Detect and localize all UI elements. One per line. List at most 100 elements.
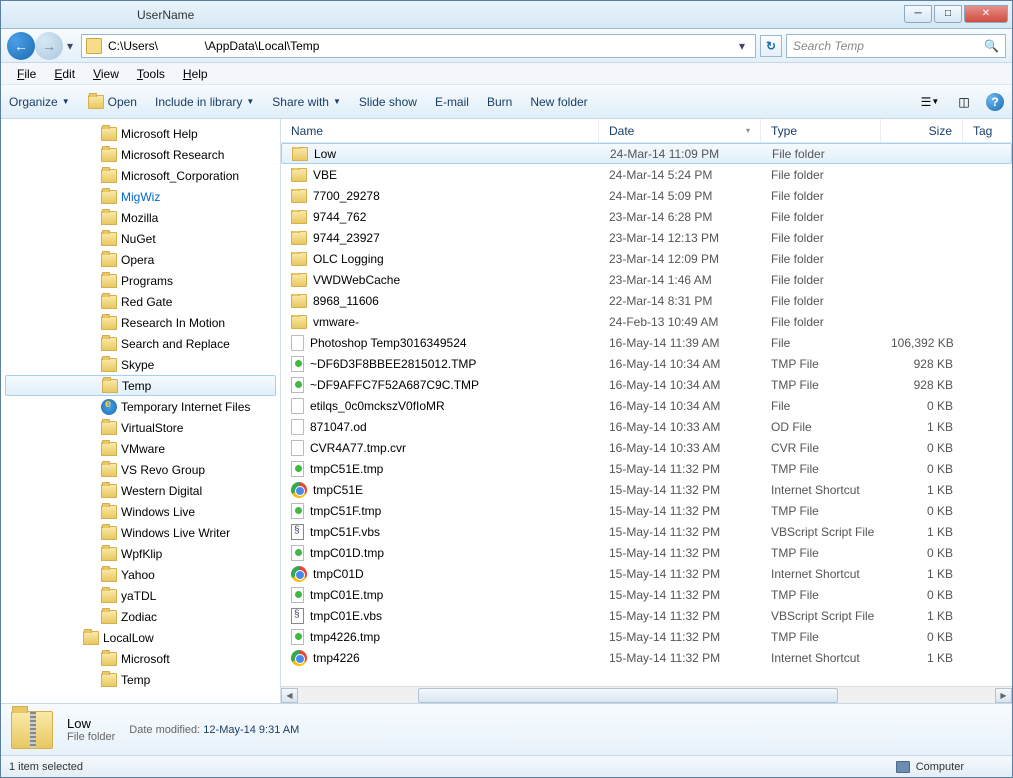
tree-item[interactable]: Windows Live Writer	[1, 522, 280, 543]
file-row[interactable]: tmpC01E.tmp15-May-14 11:32 PMTMP File0 K…	[281, 584, 1012, 605]
tree-item[interactable]: NuGet	[1, 228, 280, 249]
file-row[interactable]: tmpC01E.vbs15-May-14 11:32 PMVBScript Sc…	[281, 605, 1012, 626]
tree-item[interactable]: Yahoo	[1, 564, 280, 585]
file-row[interactable]: VWDWebCache23-Mar-14 1:46 AMFile folder	[281, 269, 1012, 290]
open-button[interactable]: Open	[88, 95, 137, 109]
include-in-library-button[interactable]: Include in library▼	[155, 95, 254, 109]
column-date[interactable]: Date▾	[599, 119, 761, 142]
slideshow-button[interactable]: Slide show	[359, 95, 417, 109]
address-bar[interactable]: ▾	[81, 34, 756, 58]
tree-item[interactable]: Microsoft Research	[1, 144, 280, 165]
tree-item-label: Temporary Internet Files	[121, 400, 250, 414]
file-row[interactable]: 9744_76223-Mar-14 6:28 PMFile folder	[281, 206, 1012, 227]
file-row[interactable]: tmp4226.tmp15-May-14 11:32 PMTMP File0 K…	[281, 626, 1012, 647]
close-button[interactable]: ✕	[964, 5, 1008, 23]
file-row[interactable]: vmware-24-Feb-13 10:49 AMFile folder	[281, 311, 1012, 332]
menu-view[interactable]: View	[85, 65, 127, 83]
refresh-button[interactable]: ↻	[760, 35, 782, 57]
email-button[interactable]: E-mail	[435, 95, 469, 109]
file-row[interactable]: Low24-Mar-14 11:09 PMFile folder	[281, 143, 1012, 164]
tree-item[interactable]: Research In Motion	[1, 312, 280, 333]
file-row[interactable]: OLC Logging23-Mar-14 12:09 PMFile folder	[281, 248, 1012, 269]
tree-item[interactable]: Western Digital	[1, 480, 280, 501]
command-bar: Organize▼ Open Include in library▼ Share…	[1, 85, 1012, 119]
menu-file[interactable]: File	[9, 65, 44, 83]
file-row[interactable]: 7700_2927824-Mar-14 5:09 PMFile folder	[281, 185, 1012, 206]
tree-item[interactable]: Microsoft	[1, 648, 280, 669]
file-row[interactable]: tmpC51F.tmp15-May-14 11:32 PMTMP File0 K…	[281, 500, 1012, 521]
file-row[interactable]: tmpC51E15-May-14 11:32 PMInternet Shortc…	[281, 479, 1012, 500]
file-row[interactable]: Photoshop Temp301634952416-May-14 11:39 …	[281, 332, 1012, 353]
nav-history-dropdown[interactable]: ▾	[63, 32, 77, 60]
folder-icon	[101, 169, 117, 183]
scroll-right-icon[interactable]: ▶	[995, 688, 1012, 703]
maximize-button[interactable]: □	[934, 5, 962, 23]
tree-item[interactable]: Opera	[1, 249, 280, 270]
file-row[interactable]: ~DF6D3F8BBEE2815012.TMP16-May-14 10:34 A…	[281, 353, 1012, 374]
file-row[interactable]: tmpC51E.tmp15-May-14 11:32 PMTMP File0 K…	[281, 458, 1012, 479]
tree-item[interactable]: Windows Live	[1, 501, 280, 522]
file-row[interactable]: ~DF9AFFC7F52A687C9C.TMP16-May-14 10:34 A…	[281, 374, 1012, 395]
file-date: 15-May-14 11:32 PM	[599, 630, 761, 644]
back-button[interactable]: ←	[7, 32, 35, 60]
tmp-icon	[291, 545, 304, 561]
menu-help[interactable]: Help	[175, 65, 216, 83]
new-folder-button[interactable]: New folder	[530, 95, 587, 109]
tree-item[interactable]: Microsoft Help	[1, 123, 280, 144]
column-name[interactable]: Name	[281, 119, 599, 142]
tree-item[interactable]: Mozilla	[1, 207, 280, 228]
file-row[interactable]: 8968_1160622-Mar-14 8:31 PMFile folder	[281, 290, 1012, 311]
file-row[interactable]: VBE24-Mar-14 5:24 PMFile folder	[281, 164, 1012, 185]
file-row[interactable]: CVR4A77.tmp.cvr16-May-14 10:33 AMCVR Fil…	[281, 437, 1012, 458]
file-row[interactable]: tmp422615-May-14 11:32 PMInternet Shortc…	[281, 647, 1012, 668]
preview-pane-button[interactable]: ◫	[952, 91, 976, 113]
file-type: TMP File	[761, 588, 881, 602]
file-date: 15-May-14 11:32 PM	[599, 588, 761, 602]
tree-item[interactable]: WpfKlip	[1, 543, 280, 564]
tree-item[interactable]: MigWiz	[1, 186, 280, 207]
file-row[interactable]: 9744_2392723-Mar-14 12:13 PMFile folder	[281, 227, 1012, 248]
file-date: 24-Mar-14 11:09 PM	[600, 147, 762, 161]
tree-item[interactable]: VMware	[1, 438, 280, 459]
file-rows[interactable]: Low24-Mar-14 11:09 PMFile folderVBE24-Ma…	[281, 143, 1012, 686]
tree-item[interactable]: Programs	[1, 270, 280, 291]
tree-item[interactable]: Temporary Internet Files	[1, 396, 280, 417]
horizontal-scrollbar[interactable]: ◀ ▶	[281, 686, 1012, 703]
scroll-thumb[interactable]	[418, 688, 838, 703]
file-row[interactable]: tmpC01D.tmp15-May-14 11:32 PMTMP File0 K…	[281, 542, 1012, 563]
tree-item[interactable]: Temp	[1, 669, 280, 690]
tree-item[interactable]: Microsoft_Corporation	[1, 165, 280, 186]
column-size[interactable]: Size	[881, 119, 963, 142]
minimize-button[interactable]: ─	[904, 5, 932, 23]
tree-item[interactable]: VS Revo Group	[1, 459, 280, 480]
search-box[interactable]: Search Temp 🔍	[786, 34, 1006, 58]
file-row[interactable]: tmpC51F.vbs15-May-14 11:32 PMVBScript Sc…	[281, 521, 1012, 542]
tree-item[interactable]: Search and Replace	[1, 333, 280, 354]
view-options-button[interactable]: ☰▼	[918, 91, 942, 113]
tree-item[interactable]: Zodiac	[1, 606, 280, 627]
tree-item[interactable]: yaTDL	[1, 585, 280, 606]
burn-button[interactable]: Burn	[487, 95, 512, 109]
help-button[interactable]: ?	[986, 93, 1004, 111]
column-tags[interactable]: Tag	[963, 119, 1012, 142]
scroll-left-icon[interactable]: ◀	[281, 688, 298, 703]
tree-item[interactable]: LocalLow	[1, 627, 280, 648]
file-row[interactable]: tmpC01D15-May-14 11:32 PMInternet Shortc…	[281, 563, 1012, 584]
column-type[interactable]: Type	[761, 119, 881, 142]
address-input[interactable]	[108, 39, 729, 53]
file-row[interactable]: 871047.od16-May-14 10:33 AMOD File1 KB	[281, 416, 1012, 437]
file-date: 16-May-14 10:34 AM	[599, 378, 761, 392]
navigation-tree[interactable]: Microsoft HelpMicrosoft ResearchMicrosof…	[1, 119, 281, 703]
tree-item[interactable]: Skype	[1, 354, 280, 375]
tree-item[interactable]: Red Gate	[1, 291, 280, 312]
tree-item[interactable]: Temp	[5, 375, 276, 396]
menu-edit[interactable]: Edit	[46, 65, 83, 83]
menu-tools[interactable]: Tools	[129, 65, 173, 83]
share-with-button[interactable]: Share with▼	[272, 95, 341, 109]
address-dropdown[interactable]: ▾	[733, 37, 751, 55]
tree-item[interactable]: VirtualStore	[1, 417, 280, 438]
forward-button[interactable]: →	[35, 32, 63, 60]
file-row[interactable]: etilqs_0c0mckszV0fIoMR16-May-14 10:34 AM…	[281, 395, 1012, 416]
folder-icon	[101, 673, 117, 687]
organize-button[interactable]: Organize▼	[9, 95, 70, 109]
